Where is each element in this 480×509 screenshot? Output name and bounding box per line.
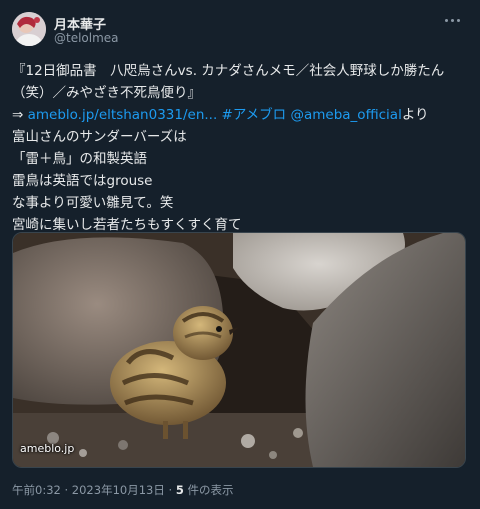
tweet-line: 富山さんのサンダーバーズは xyxy=(12,129,187,145)
more-options-icon[interactable] xyxy=(442,12,464,28)
tweet-text: 『12日御品書 八咫烏さんvs. カナダさんメモ／社会人野球しか勝たん （笑）／… xyxy=(12,60,468,236)
tweet-time[interactable]: 午前0:32 xyxy=(12,483,61,497)
author-handle[interactable]: @telolmea xyxy=(54,31,119,45)
tweet-link-line: ⇒ ameblo.jp/eltshan0331/en... #アメブロ @ame… xyxy=(12,104,468,126)
tweet-line: 『12日御品書 八咫烏さんvs. カナダさんメモ／社会人野球しか勝たん xyxy=(12,63,445,79)
blog-link[interactable]: ameblo.jp/eltshan0331/en... xyxy=(28,107,218,123)
suffix-text: より xyxy=(401,107,429,123)
tweet-line: 「雷＋鳥」の和製英語 xyxy=(12,151,147,167)
tweet-meta: 午前0:32 · 2023年10月13日 · 5 件の表示 xyxy=(12,483,234,497)
tweet-date[interactable]: 2023年10月13日 xyxy=(72,483,165,497)
view-count: 5 xyxy=(175,483,184,497)
mention-link[interactable]: @ameba_official xyxy=(290,107,401,123)
view-count-label: 件の表示 xyxy=(183,483,234,497)
tweet-card: 月本華子 @telolmea 『12日御品書 八咫烏さんvs. カナダさんメモ／… xyxy=(0,0,480,509)
tweet-line: 雷鳥は英語ではgrouse xyxy=(12,173,153,189)
tweet-line: （笑）／みやざき不死鳥便り』 xyxy=(12,85,201,101)
meta-separator: · xyxy=(60,483,72,497)
tweet-line: な事より可愛い雛見て。笑 xyxy=(12,195,174,211)
arrow-prefix: ⇒ xyxy=(12,107,28,123)
media-source-label: ameblo.jp xyxy=(20,442,75,455)
hashtag-link[interactable]: #アメブロ xyxy=(222,107,287,123)
media-photo[interactable] xyxy=(12,232,466,468)
avatar[interactable] xyxy=(12,12,46,46)
